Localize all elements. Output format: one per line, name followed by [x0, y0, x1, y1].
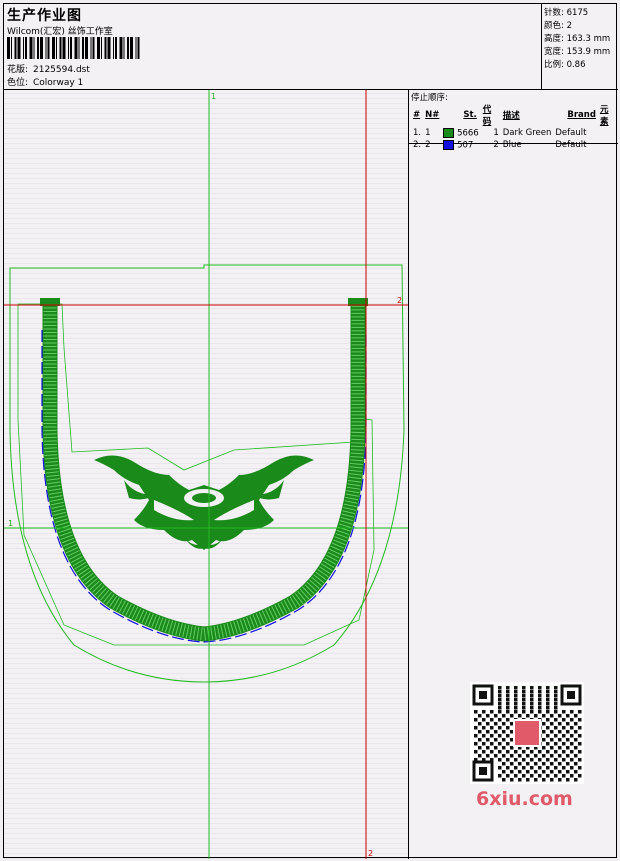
- col-description: 描述: [502, 111, 520, 121]
- color-swatch: [443, 127, 455, 138]
- studio-name: Wilcom(汇宏) 丝饰工作室: [7, 27, 113, 37]
- stitch-count: 针数: 6175: [544, 8, 589, 18]
- color-swatch: [443, 139, 455, 150]
- row-code: 2: [493, 140, 499, 150]
- col-index: #: [413, 110, 421, 120]
- row-stitches: 507: [441, 139, 480, 151]
- row-needle: 1: [425, 128, 431, 138]
- design-height: 高度: 163.3 mm: [544, 34, 611, 44]
- row-index: 1.: [413, 128, 422, 138]
- col-needle: N#: [425, 110, 440, 120]
- stop-sequence-title: 停止顺序:: [411, 93, 448, 103]
- table-row: 1. 1 5666 1 Dark Green Default: [411, 127, 618, 139]
- row-index: 2.: [413, 140, 422, 150]
- design-line: 花版: 2125594.dst: [7, 62, 90, 75]
- row-stitches: 5666: [441, 127, 480, 139]
- colorway-label: 色位:: [7, 78, 29, 88]
- embroidery-preview: 1 1 2 2: [4, 90, 408, 859]
- design-label: 花版:: [7, 65, 29, 75]
- outline-inner: [17, 303, 375, 646]
- guide-label-v1: 1: [211, 92, 216, 101]
- col-element: 元素: [599, 105, 609, 127]
- stop-sequence-panel: 停止顺序: # N# St. 代码 描述 Brand 元素 1. 1 5666 …: [409, 90, 618, 150]
- design-scale: 比例: 0.86: [544, 60, 586, 70]
- guide-label-h1: 1: [8, 519, 13, 528]
- row-brand: Default: [555, 128, 587, 138]
- guide-label-h2: 2: [397, 296, 402, 305]
- header-info: 生产作业图 Wilcom(汇宏) 丝饰工作室 花版: 2125594.dst 色位…: [4, 4, 542, 90]
- stop-sequence-table: # N# St. 代码 描述 Brand 元素 1. 1 5666 1 Dark…: [411, 103, 618, 151]
- logo-stamp: [513, 719, 541, 747]
- qr-code: [470, 682, 584, 784]
- colorway-line: 色位: Colorway 1: [7, 75, 83, 88]
- col-stitches: St.: [463, 110, 477, 120]
- guide-label-v2: 2: [368, 849, 373, 858]
- barcode: [7, 37, 140, 59]
- design-canvas: 1 1 2 2: [4, 90, 409, 859]
- col-brand: Brand: [567, 110, 596, 120]
- row-code: 1: [493, 128, 499, 138]
- row-brand: Default: [555, 140, 587, 150]
- col-code: 代码: [482, 105, 492, 127]
- stats-box: 针数: 6175 颜色: 2 高度: 163.3 mm 宽度: 153.9 mm…: [542, 4, 618, 90]
- color-count: 颜色: 2: [544, 21, 572, 31]
- tribal-motif: [94, 455, 314, 550]
- outline-shield: [9, 264, 405, 683]
- row-description: Blue: [502, 140, 522, 150]
- row-description: Dark Green: [502, 128, 552, 138]
- stop-sequence-header: # N# St. 代码 描述 Brand 元素: [411, 103, 618, 127]
- sheet-title: 生产作业图: [7, 8, 82, 24]
- row-needle: 2: [425, 140, 431, 150]
- watermark-site: 6xiu.com: [476, 788, 573, 810]
- table-row: 2. 2 507 2 Blue Default: [411, 139, 618, 151]
- design-width: 宽度: 153.9 mm: [544, 47, 611, 57]
- design-file: 2125594.dst: [33, 65, 90, 75]
- colorway-value: Colorway 1: [33, 78, 84, 88]
